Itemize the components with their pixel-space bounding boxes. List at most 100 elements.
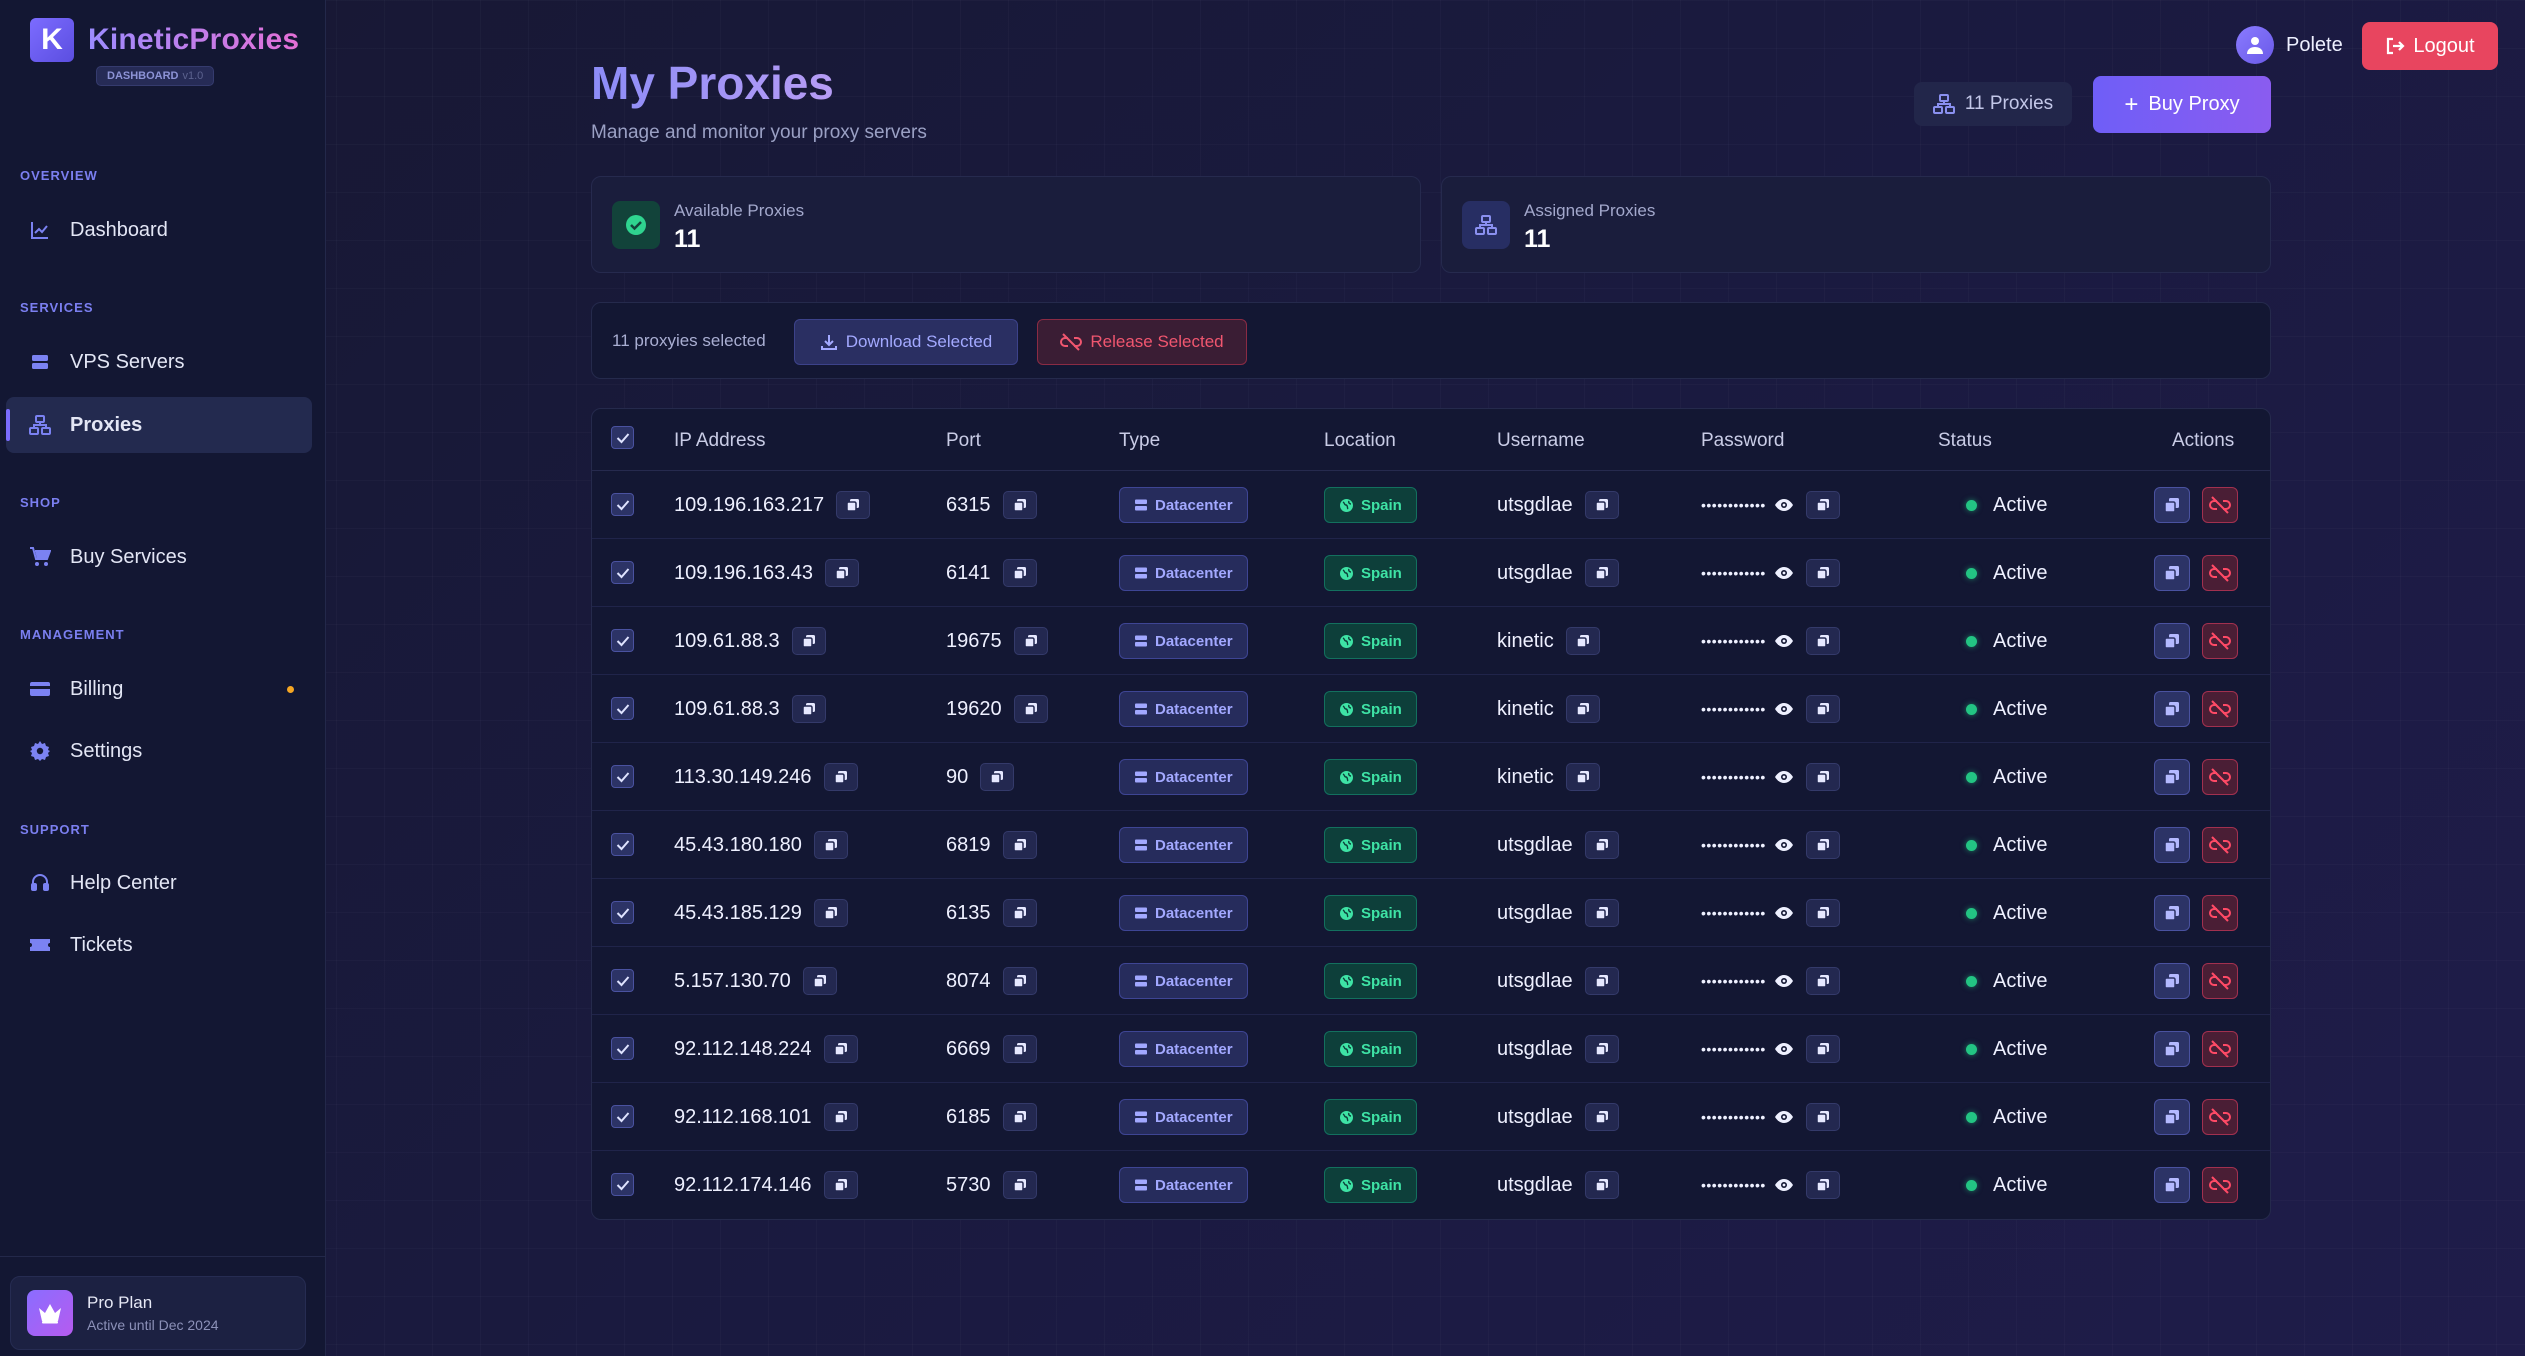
sidebar-item-settings[interactable]: Settings [6,723,312,779]
copy-proxy-button[interactable] [2154,963,2190,999]
sidebar-item-vps-servers[interactable]: VPS Servers [6,334,312,390]
row-checkbox[interactable] [611,1173,634,1196]
copy-password-button[interactable] [1805,491,1840,519]
copy-password-button[interactable] [1805,763,1840,791]
row-checkbox[interactable] [611,697,634,720]
copy-port-button[interactable] [1013,627,1048,655]
copy-password-button[interactable] [1805,1035,1840,1063]
release-proxy-button[interactable] [2202,963,2238,999]
copy-port-button[interactable] [980,763,1015,791]
release-proxy-button[interactable] [2202,623,2238,659]
release-proxy-button[interactable] [2202,1099,2238,1135]
copy-username-button[interactable] [1584,1103,1619,1131]
copy-port-button[interactable] [1002,831,1037,859]
copy-ip-button[interactable] [823,1035,858,1063]
eye-icon[interactable] [1774,566,1794,580]
release-proxy-button[interactable] [2202,827,2238,863]
copy-proxy-button[interactable] [2154,555,2190,591]
eye-icon[interactable] [1774,906,1794,920]
select-all-checkbox[interactable] [611,426,634,449]
eye-icon[interactable] [1774,1178,1794,1192]
copy-port-button[interactable] [1002,899,1037,927]
eye-icon[interactable] [1774,1110,1794,1124]
column-header-ip[interactable]: IP Address [674,430,766,452]
download-selected-button[interactable]: Download Selected [794,319,1018,365]
copy-proxy-button[interactable] [2154,1167,2190,1203]
copy-port-button[interactable] [1013,695,1048,723]
plan-card[interactable]: Pro Plan Active until Dec 2024 [10,1276,306,1350]
copy-username-button[interactable] [1584,491,1619,519]
copy-password-button[interactable] [1805,627,1840,655]
copy-password-button[interactable] [1805,695,1840,723]
copy-ip-button[interactable] [791,695,826,723]
copy-proxy-button[interactable] [2154,623,2190,659]
release-proxy-button[interactable] [2202,555,2238,591]
row-checkbox[interactable] [611,765,634,788]
copy-username-button[interactable] [1584,899,1619,927]
copy-proxy-button[interactable] [2154,759,2190,795]
eye-icon[interactable] [1774,498,1794,512]
column-header-port[interactable]: Port [946,430,981,452]
release-proxy-button[interactable] [2202,487,2238,523]
copy-ip-button[interactable] [823,763,858,791]
copy-proxy-button[interactable] [2154,827,2190,863]
user-menu[interactable]: Polete [2236,26,2343,64]
row-checkbox[interactable] [611,561,634,584]
copy-port-button[interactable] [1002,491,1037,519]
copy-proxy-button[interactable] [2154,1099,2190,1135]
copy-port-button[interactable] [1002,1103,1037,1131]
sidebar-item-dashboard[interactable]: Dashboard [6,202,312,258]
copy-ip-button[interactable] [825,559,860,587]
copy-port-button[interactable] [1002,559,1037,587]
copy-proxy-button[interactable] [2154,895,2190,931]
release-proxy-button[interactable] [2202,1031,2238,1067]
copy-username-button[interactable] [1565,627,1600,655]
row-checkbox[interactable] [611,901,634,924]
buy-proxy-button[interactable]: + Buy Proxy [2093,76,2271,133]
column-header-location[interactable]: Location [1324,430,1396,452]
copy-password-button[interactable] [1805,967,1840,995]
copy-password-button[interactable] [1805,831,1840,859]
copy-username-button[interactable] [1584,1035,1619,1063]
copy-port-button[interactable] [1002,1035,1037,1063]
row-checkbox[interactable] [611,1105,634,1128]
column-header-type[interactable]: Type [1119,430,1160,452]
copy-proxy-button[interactable] [2154,1031,2190,1067]
copy-username-button[interactable] [1584,967,1619,995]
eye-icon[interactable] [1774,702,1794,716]
copy-username-button[interactable] [1584,831,1619,859]
sidebar-item-proxies[interactable]: Proxies [6,397,312,453]
copy-username-button[interactable] [1565,695,1600,723]
row-checkbox[interactable] [611,833,634,856]
copy-username-button[interactable] [1584,1171,1619,1199]
copy-username-button[interactable] [1565,763,1600,791]
copy-password-button[interactable] [1805,559,1840,587]
row-checkbox[interactable] [611,969,634,992]
eye-icon[interactable] [1774,838,1794,852]
copy-proxy-button[interactable] [2154,691,2190,727]
copy-password-button[interactable] [1805,899,1840,927]
eye-icon[interactable] [1774,770,1794,784]
copy-ip-button[interactable] [836,491,871,519]
release-proxy-button[interactable] [2202,691,2238,727]
logout-button[interactable]: Logout [2362,22,2498,70]
sidebar-item-tickets[interactable]: Tickets [6,917,312,973]
row-checkbox[interactable] [611,1037,634,1060]
row-checkbox[interactable] [611,629,634,652]
brand[interactable]: K KineticProxies [30,18,299,62]
row-checkbox[interactable] [611,493,634,516]
copy-proxy-button[interactable] [2154,487,2190,523]
eye-icon[interactable] [1774,634,1794,648]
release-proxy-button[interactable] [2202,895,2238,931]
column-header-status[interactable]: Status [1938,430,1992,452]
release-proxy-button[interactable] [2202,1167,2238,1203]
copy-port-button[interactable] [1002,1171,1037,1199]
copy-password-button[interactable] [1805,1103,1840,1131]
copy-ip-button[interactable] [813,899,848,927]
copy-username-button[interactable] [1584,559,1619,587]
eye-icon[interactable] [1774,1042,1794,1056]
copy-password-button[interactable] [1805,1171,1840,1199]
copy-ip-button[interactable] [823,1103,858,1131]
copy-ip-button[interactable] [823,1171,858,1199]
column-header-password[interactable]: Password [1701,430,1784,452]
